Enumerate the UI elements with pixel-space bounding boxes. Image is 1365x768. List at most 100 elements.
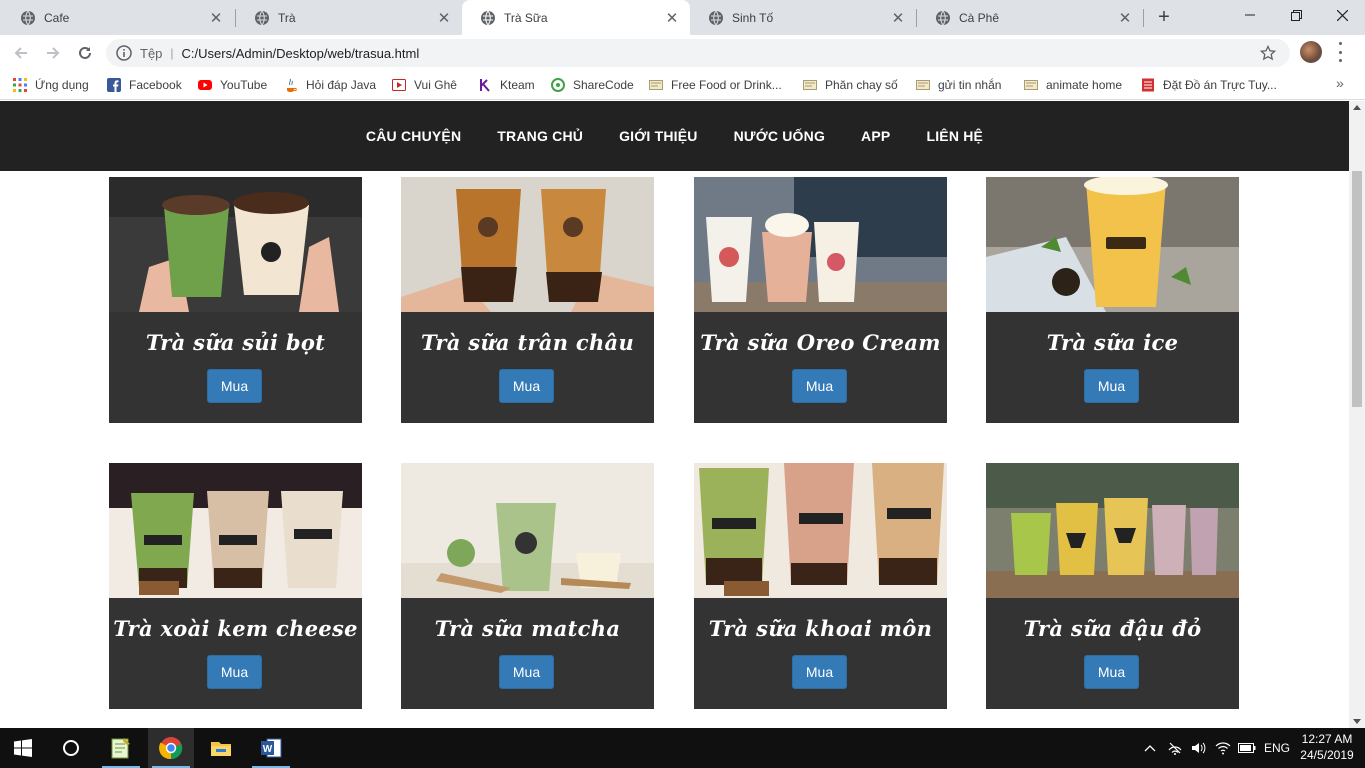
bookmark-label: Phăn chay số bbox=[825, 78, 898, 92]
wifi-tray-button[interactable] bbox=[1212, 728, 1234, 768]
close-icon bbox=[1336, 9, 1348, 21]
buy-button[interactable]: Mua bbox=[499, 655, 554, 689]
wifi-icon bbox=[1215, 742, 1231, 755]
bookmark-phan-chay-so[interactable]: Phăn chay số bbox=[803, 76, 898, 94]
product-name: Trà sữa Oreo Cream bbox=[700, 330, 941, 355]
buy-button[interactable]: Mua bbox=[499, 369, 554, 403]
more-bookmarks-button[interactable]: » bbox=[1336, 75, 1344, 91]
new-tab-button[interactable]: + bbox=[1152, 5, 1176, 29]
buy-button[interactable]: Mua bbox=[1084, 369, 1139, 403]
forward-button[interactable] bbox=[40, 40, 66, 66]
menu-icon[interactable] bbox=[1336, 42, 1344, 62]
taskbar-app-file-explorer[interactable] bbox=[198, 728, 244, 768]
chevron-up-icon bbox=[1144, 745, 1156, 752]
close-icon[interactable]: ✕ bbox=[208, 10, 224, 27]
bookmark-label: Free Food or Drink... bbox=[671, 78, 782, 92]
tab-sinh-to[interactable]: Sinh Tố ✕ bbox=[690, 0, 916, 35]
bookmark-java[interactable]: Hỏi đáp Java bbox=[284, 76, 376, 94]
apps-grid-icon bbox=[13, 78, 27, 92]
scheme-label: Tệp bbox=[140, 45, 163, 61]
restore-button[interactable] bbox=[1273, 0, 1319, 30]
buy-button[interactable]: Mua bbox=[792, 655, 847, 689]
tab-title: Cafe bbox=[44, 10, 70, 25]
bookmark-youtube[interactable]: YouTube bbox=[198, 76, 267, 94]
product-name: Trà sữa trân châu bbox=[420, 330, 635, 355]
nav-trang-chu[interactable]: TRANG CHỦ bbox=[497, 128, 583, 144]
windows-taskbar: W ENG 12:27 AM 24/5/2019 bbox=[0, 728, 1365, 768]
product-name: Trà sữa matcha bbox=[434, 616, 621, 641]
product-name: Trà xoài kem cheese bbox=[113, 616, 358, 641]
product-photo bbox=[694, 463, 947, 598]
show-hidden-icons-button[interactable] bbox=[1140, 728, 1160, 768]
reload-button[interactable] bbox=[72, 40, 98, 66]
star-icon[interactable] bbox=[1260, 45, 1276, 61]
product-photo bbox=[109, 463, 362, 598]
nav-nuoc-uong[interactable]: NƯỚC UỐNG bbox=[734, 128, 825, 144]
url-text[interactable]: C:/Users/Admin/Desktop/web/trasua.html bbox=[182, 46, 420, 61]
product-photo bbox=[401, 177, 654, 312]
bookmark-gui-tin-nhan[interactable]: gửi tin nhắn bbox=[916, 76, 1001, 94]
reload-icon bbox=[79, 46, 91, 59]
nav-cau-chuyen[interactable]: CÂU CHUYỆN bbox=[366, 128, 461, 144]
network-tray-button[interactable] bbox=[1164, 728, 1186, 768]
tab-ca-phe[interactable]: Cà Phê ✕ bbox=[917, 0, 1143, 35]
nav-app[interactable]: APP bbox=[861, 128, 890, 144]
profile-avatar[interactable] bbox=[1300, 41, 1322, 63]
page-scrollbar[interactable] bbox=[1349, 101, 1365, 728]
battery-tray-button[interactable] bbox=[1236, 728, 1258, 768]
product-photo bbox=[986, 177, 1239, 312]
product-card: Trà xoài kem cheese Mua bbox=[109, 463, 362, 709]
product-card: Trà sữa trân châu Mua bbox=[401, 177, 654, 423]
tab-tra-sua[interactable]: Trà Sữa ✕ bbox=[462, 0, 690, 35]
facebook-icon bbox=[107, 78, 121, 92]
battery-icon bbox=[1238, 743, 1256, 753]
nav-gioi-thieu[interactable]: GIỚI THIỆU bbox=[619, 128, 698, 144]
product-name: Trà sữa khoai môn bbox=[708, 616, 933, 641]
bookmark-kteam[interactable]: Kteam bbox=[478, 76, 535, 94]
bookmark-free-food[interactable]: Free Food or Drink... bbox=[649, 76, 782, 94]
taskbar-app-notepad[interactable] bbox=[98, 728, 144, 768]
info-icon[interactable] bbox=[116, 45, 132, 61]
bookmark-label: Đặt Đồ án Trực Tuy... bbox=[1163, 78, 1277, 92]
back-button[interactable] bbox=[8, 40, 34, 66]
minimize-button[interactable] bbox=[1227, 0, 1273, 30]
address-bar[interactable]: Tệp | C:/Users/Admin/Desktop/web/trasua.… bbox=[106, 39, 1290, 67]
close-icon[interactable]: ✕ bbox=[664, 10, 680, 27]
bookmark-dat-do-an[interactable]: Đặt Đồ án Trực Tuy... bbox=[1141, 76, 1277, 94]
taskbar-app-word[interactable]: W bbox=[248, 728, 294, 768]
buy-button[interactable]: Mua bbox=[207, 369, 262, 403]
nav-lien-he[interactable]: LIÊN HỆ bbox=[926, 128, 983, 144]
close-icon[interactable]: ✕ bbox=[436, 10, 452, 27]
buy-button[interactable]: Mua bbox=[1084, 655, 1139, 689]
volume-tray-button[interactable] bbox=[1188, 728, 1210, 768]
bookmark-apps[interactable]: Ứng dụng bbox=[13, 76, 89, 94]
close-window-button[interactable] bbox=[1319, 0, 1365, 30]
scrollbar-thumb[interactable] bbox=[1352, 171, 1362, 407]
globe-icon bbox=[21, 10, 35, 25]
svg-text:W: W bbox=[263, 744, 273, 755]
bookmark-label: YouTube bbox=[220, 78, 268, 92]
buy-button[interactable]: Mua bbox=[792, 369, 847, 403]
search-button[interactable] bbox=[48, 728, 94, 768]
language-indicator[interactable]: ENG bbox=[1262, 728, 1292, 768]
tab-cafe[interactable]: Cafe ✕ bbox=[2, 0, 234, 35]
product-photo bbox=[109, 177, 362, 312]
close-icon[interactable]: ✕ bbox=[1117, 10, 1133, 27]
buy-button[interactable]: Mua bbox=[207, 655, 262, 689]
bookmark-vui-ghe[interactable]: Vui Ghê bbox=[392, 76, 457, 94]
bookmark-label: Vui Ghê bbox=[414, 78, 457, 92]
scroll-up-icon[interactable] bbox=[1353, 105, 1361, 110]
arrow-left-icon bbox=[14, 47, 27, 59]
bookmark-animate-home[interactable]: animate home bbox=[1024, 76, 1122, 94]
scroll-down-icon[interactable] bbox=[1353, 719, 1361, 724]
product-photo bbox=[401, 463, 654, 598]
close-icon[interactable]: ✕ bbox=[890, 10, 906, 27]
tab-tra[interactable]: Trà ✕ bbox=[236, 0, 462, 35]
divider: | bbox=[170, 46, 174, 60]
start-button[interactable] bbox=[0, 728, 46, 768]
bookmark-facebook[interactable]: Facebook bbox=[107, 76, 182, 94]
clock[interactable]: 12:27 AM 24/5/2019 bbox=[1296, 731, 1358, 763]
bookmark-sharecode[interactable]: ShareCode bbox=[551, 76, 634, 94]
site-navbar: CÂU CHUYỆN TRANG CHỦ GIỚI THIỆU NƯỚC UỐN… bbox=[0, 101, 1349, 171]
taskbar-app-chrome[interactable] bbox=[148, 728, 194, 768]
